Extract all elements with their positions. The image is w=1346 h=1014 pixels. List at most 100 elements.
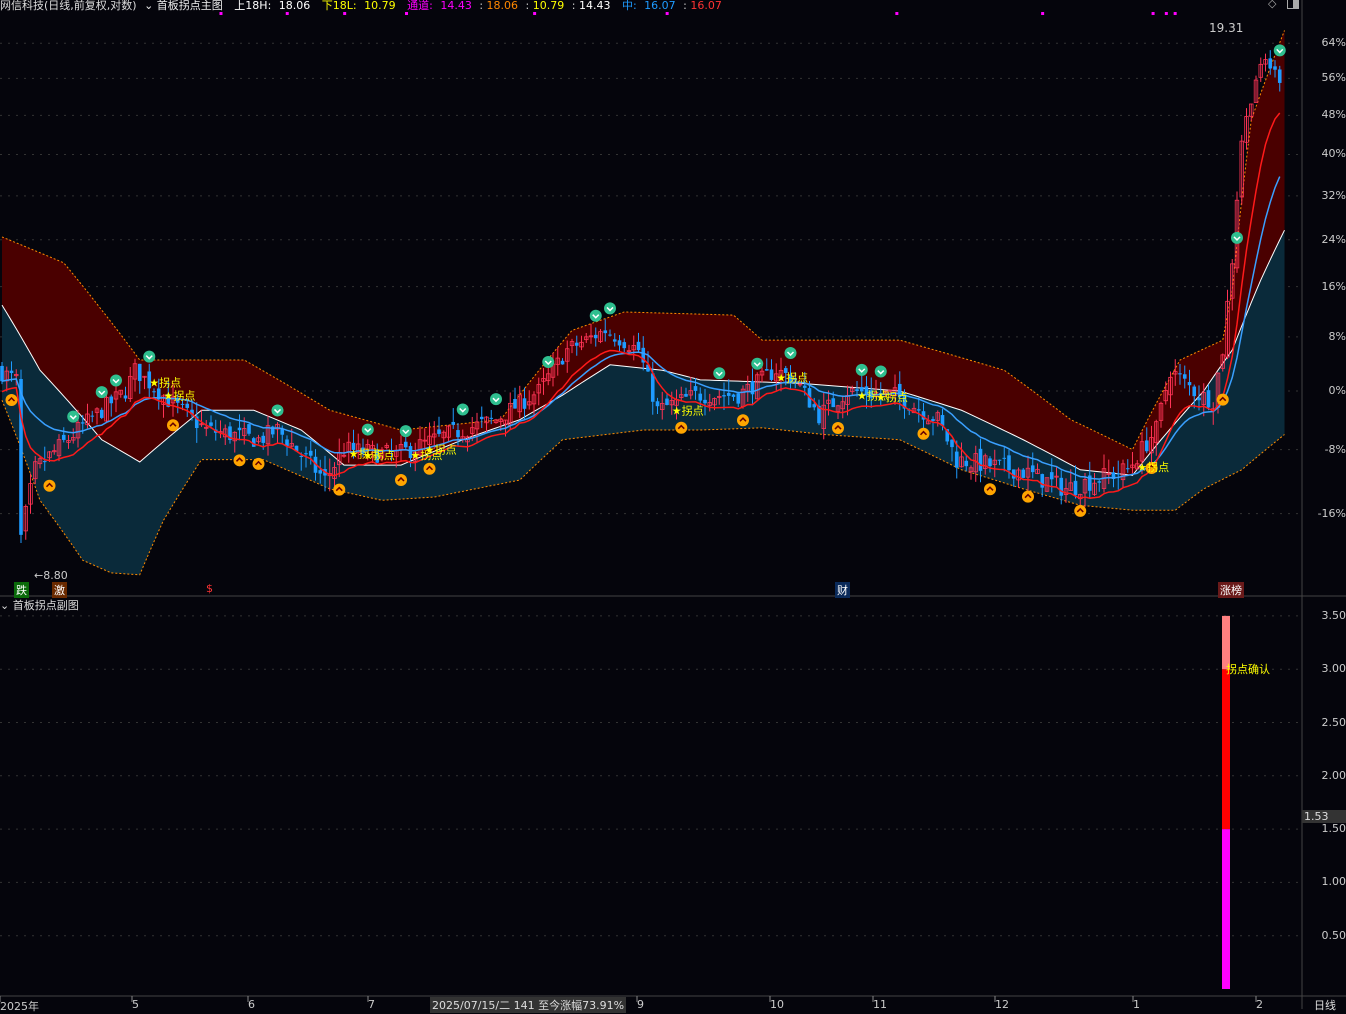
chart-header: 网信科技(日线,前复权,对数) ⌄ 首板拐点主图 上18H: 18.06 下18… [0,0,730,12]
top-marker [895,12,899,15]
candle-body [574,342,579,346]
candle-body [964,460,969,467]
sub-y-tick-label: 1.00 [1321,875,1346,889]
sell-signal-icon [143,350,156,363]
candle-body [1002,457,1007,459]
sell-signal-icon [589,309,602,322]
candle-body [655,401,660,407]
buy-signal-icon [5,394,18,407]
indicator-name: 首板拐点主图 [156,0,223,12]
sell-signal-icon [67,410,80,423]
buy-signal-icon [1216,393,1229,406]
low-price-label: ←8.80 [34,569,68,582]
candle-body [19,378,23,535]
lower-number: 10.79 [364,0,396,12]
y-tick-label: -16% [1317,506,1346,520]
sub-y-tick-label: 0.50 [1321,928,1346,942]
candle-body [1273,66,1277,70]
sell-signal-icon [604,302,616,315]
stock-title[interactable]: 网信科技(日线,前复权,对数) [0,0,137,12]
diamond-icon[interactable]: ◇ [1268,0,1276,10]
sell-signal-icon [751,357,764,370]
y-tick-label: 40% [1321,147,1346,161]
sub-bar-segment [1222,669,1230,830]
candle-body [693,386,698,391]
candle-body [152,391,156,393]
sub-bar-segment [1222,829,1230,989]
channel-v4: 14.43 [578,0,611,12]
candle-body [997,459,1002,461]
candle-body [1059,477,1064,496]
buy-signal-icon [675,421,688,434]
mid-v2: 16.07 [690,0,722,12]
candle-body [954,451,959,468]
buy-signal-icon [233,454,246,467]
x-tick-label: 11 [873,998,887,1011]
tag-finance: 财 [835,582,850,598]
sell-signal-icon [784,347,797,360]
candle-body [593,334,598,339]
candle-body [665,398,669,405]
candle-body [1206,390,1211,408]
candle-body [612,339,617,342]
channel-v3: 10.79 [532,0,565,12]
turn-point-label: ★拐点 [363,448,395,462]
indicator-dropdown[interactable]: ⌄ 首板拐点主图 [144,0,227,12]
mid-label: 中: [621,0,637,12]
candle-body [726,392,731,396]
x-tick-label: 2025年 [0,1000,39,1013]
candle-body [456,430,460,438]
candle-body [1040,474,1045,488]
buy-signal-icon [1074,504,1087,517]
mid-values: 中: 16.07 : 16.07 [621,0,722,12]
candle-body [931,419,935,422]
current-value-badge: 1.53 [1302,810,1346,823]
candle-body [1178,373,1182,375]
sell-signal-icon [1231,231,1243,244]
turn-point-label: ★拐点 [876,390,908,404]
candle-body [0,365,4,382]
top-marker [533,12,537,15]
chart-canvas[interactable]: ★拐点★拐点★拐点★拐点 ★拐点★拐点★拐点★拐点★拐点★拐点★拐点 [0,0,1346,1009]
candle-body [684,393,688,397]
period-button[interactable]: 日线 [1314,997,1336,1013]
sell-signal-icon [456,403,469,416]
buy-signal-icon [832,422,844,435]
sub-panel-name: 首板拐点副图 [12,599,79,612]
candle-body [636,341,641,351]
candle-body [9,370,14,374]
candle-body [1030,465,1035,473]
candle-body [308,450,313,456]
sell-signal-icon [490,393,502,406]
candle-body [1182,374,1187,379]
turn-confirm-label: 拐点确认 [1226,663,1270,676]
candle-body [1116,473,1121,475]
buy-signal-icon [423,462,436,475]
candle-body [180,403,185,405]
candle-body [403,441,408,448]
candle-body [1125,468,1130,470]
buy-signal-icon [917,427,930,440]
candle-body [650,373,655,402]
candle-body [1097,481,1102,483]
candle-body [722,395,726,397]
channel-v1: 14.43 [440,0,472,12]
candle-body [109,396,114,404]
candle-body [123,395,128,399]
sell-signal-icon [1273,44,1286,57]
upper-number: 18.06 [278,0,311,12]
panel-toggle-icon[interactable] [1287,0,1299,9]
y-tick-label: 64% [1321,36,1346,50]
tag-fall: 跌 [14,582,29,598]
candle-body [261,435,266,443]
x-tick-label: 7 [368,998,375,1011]
y-tick-label: 16% [1321,279,1346,293]
channel-label: 通道: [407,0,433,12]
top-marker [1173,12,1177,15]
turn-point-label: ★拐点 [164,389,196,403]
candle-body [1073,480,1078,496]
buy-signal-icon [43,479,56,492]
candle-body [622,342,627,349]
x-tick-label: 9 [637,998,644,1011]
sub-panel-title[interactable]: ⌄ 首板拐点副图 [0,597,79,613]
